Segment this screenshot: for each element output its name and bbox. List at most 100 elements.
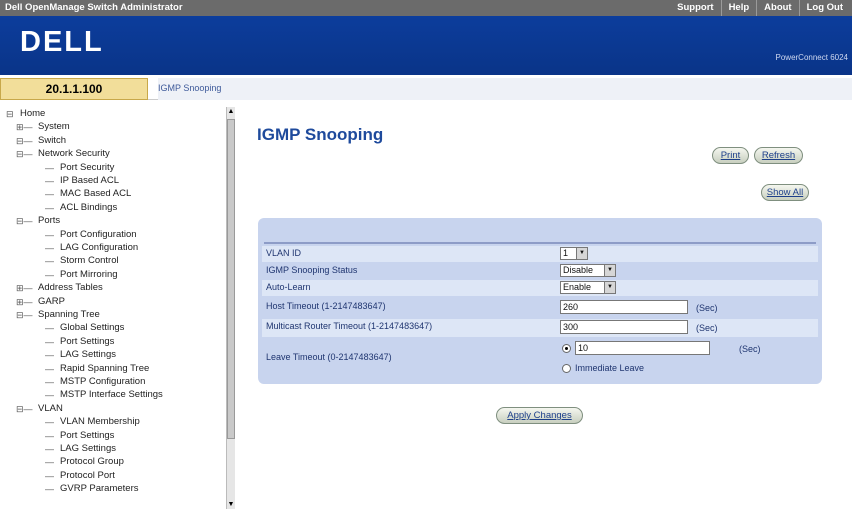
tree-item[interactable]: Protocol Port xyxy=(60,470,115,481)
tree-item[interactable]: MSTP Interface Settings xyxy=(60,390,163,400)
router-timeout-unit: (Sec) xyxy=(696,323,718,333)
tree-item[interactable]: Port Mirroring xyxy=(60,269,118,280)
tree-connector-icon: — xyxy=(45,363,54,374)
leave-timeout-radio[interactable] xyxy=(562,344,571,353)
leave-timeout-unit: (Sec) xyxy=(739,344,761,354)
tree-item[interactable]: MAC Based ACL xyxy=(60,189,131,199)
expand-toggle-icon: ⊟— xyxy=(16,149,33,160)
tree-item[interactable]: Global Settings xyxy=(60,323,124,333)
tree-connector-icon: — xyxy=(45,336,54,347)
print-button[interactable]: Print xyxy=(712,147,749,164)
tree-item[interactable]: IP Based ACL xyxy=(60,176,119,186)
auto-learn-value: Enable xyxy=(563,282,592,292)
expand-toggle-icon: ⊞— xyxy=(16,283,33,294)
help-link[interactable]: Help xyxy=(720,0,757,16)
tree-connector-icon: — xyxy=(45,269,54,280)
tree-connector-icon: — xyxy=(45,229,54,240)
tree-item[interactable]: Port Configuration xyxy=(60,229,137,240)
support-link[interactable]: Support xyxy=(670,0,720,16)
expand-toggle-icon: ⊞— xyxy=(16,122,33,133)
device-ip: 20.1.1.100 xyxy=(0,78,148,100)
title-bar: Dell OpenManage Switch Administrator Sup… xyxy=(0,0,852,16)
chevron-down-icon: ▼ xyxy=(604,282,615,293)
host-timeout-input[interactable]: 260 xyxy=(560,300,688,314)
snooping-status-select[interactable]: Disable ▼ xyxy=(560,264,616,277)
tree-item[interactable]: Protocol Group xyxy=(60,457,124,467)
tree-connector-icon: — xyxy=(45,350,54,361)
tree-item[interactable]: LAG Settings xyxy=(60,350,116,360)
tree-item[interactable]: Switch xyxy=(38,135,66,146)
host-timeout-label: Host Timeout (1-2147483647) xyxy=(266,301,386,311)
tree-connector-icon: — xyxy=(45,202,54,213)
scroll-up-icon[interactable]: ▲ xyxy=(227,107,235,116)
apply-changes-button[interactable]: Apply Changes xyxy=(496,407,583,424)
tree-connector-icon: — xyxy=(45,243,54,253)
vlan-id-label: VLAN ID xyxy=(266,248,302,258)
vlan-id-select[interactable]: 1 ▼ xyxy=(560,247,588,260)
expand-toggle-icon: ⊟— xyxy=(16,216,33,227)
tree-item[interactable]: ACL Bindings xyxy=(60,202,117,213)
show-all-button[interactable]: Show All xyxy=(761,184,809,201)
tree-item[interactable]: Spanning Tree xyxy=(38,310,100,320)
tree-item[interactable]: VLAN Membership xyxy=(60,417,140,427)
tree-connector-icon: — xyxy=(45,417,54,428)
folder-icon: ⊟ xyxy=(6,109,14,119)
router-timeout-row: Multicast Router Timeout (1-2147483647) … xyxy=(262,319,818,337)
tree-item[interactable]: Network Security xyxy=(38,149,110,159)
tree-connector-icon: — xyxy=(45,430,54,441)
expand-toggle-icon: ⊟— xyxy=(16,135,33,146)
router-timeout-label: Multicast Router Timeout (1-2147483647) xyxy=(266,321,433,331)
auto-learn-select[interactable]: Enable ▼ xyxy=(560,281,616,294)
expand-toggle-icon: ⊟— xyxy=(16,310,33,320)
tree-item[interactable]: Port Settings xyxy=(60,430,114,441)
leave-timeout-input[interactable]: 10 xyxy=(575,341,710,355)
tree-connector-icon: — xyxy=(45,484,54,495)
scroll-thumb[interactable] xyxy=(227,119,235,439)
header-links: Support Help About Log Out xyxy=(670,0,850,16)
tree-item[interactable]: LAG Settings xyxy=(60,444,116,454)
app-title: Dell OpenManage Switch Administrator xyxy=(5,2,183,13)
expand-toggle-icon: ⊞— xyxy=(16,296,33,307)
immediate-leave-radio[interactable] xyxy=(562,364,571,373)
tree-item[interactable]: VLAN xyxy=(38,403,63,414)
tree-connector-icon: — xyxy=(45,162,54,173)
tree-connector-icon: — xyxy=(45,377,54,387)
tree-connector-icon: — xyxy=(45,189,54,200)
about-link[interactable]: About xyxy=(756,0,798,16)
router-timeout-input[interactable]: 300 xyxy=(560,320,688,334)
dell-logo: DELL xyxy=(20,26,104,58)
chevron-down-icon: ▼ xyxy=(576,248,587,259)
leave-timeout-row: Leave Timeout (0-2147483647) 10 (Sec) Im… xyxy=(262,339,818,379)
igmp-settings-panel: VLAN ID 1 ▼ IGMP Snooping Status Disable… xyxy=(258,218,822,384)
tree-item[interactable]: Storm Control xyxy=(60,256,119,266)
tree-item[interactable]: Rapid Spanning Tree xyxy=(60,363,149,374)
breadcrumb: IGMP Snooping xyxy=(158,78,852,100)
tree-item[interactable]: GARP xyxy=(38,296,65,307)
refresh-button[interactable]: Refresh xyxy=(754,147,803,164)
vlan-id-value: 1 xyxy=(563,248,569,258)
immediate-leave-label: Immediate Leave xyxy=(575,363,645,373)
tree-connector-icon: — xyxy=(45,390,54,401)
log-out-link[interactable]: Log Out xyxy=(798,0,850,16)
snooping-status-value: Disable xyxy=(563,265,594,275)
page-title: IGMP Snooping xyxy=(257,125,384,144)
tree-item[interactable]: Port Security xyxy=(60,162,114,173)
navigation-tree: ⊟ Home ⊞— System ⊟— Switch ⊟— Network Security —… xyxy=(4,107,230,509)
tree-item[interactable]: Home xyxy=(20,109,45,119)
snooping-status-label: IGMP Snooping Status xyxy=(266,265,358,275)
tree-item[interactable]: Ports xyxy=(38,216,60,226)
product-name: PowerConnect 6024 xyxy=(775,53,849,62)
tree-scrollbar[interactable]: ▲ ▼ xyxy=(226,107,235,509)
tree-item[interactable]: GVRP Parameters xyxy=(60,484,139,494)
host-timeout-row: Host Timeout (1-2147483647) 260 (Sec) xyxy=(262,299,818,317)
tree-connector-icon: — xyxy=(45,470,54,481)
tree-item[interactable]: LAG Configuration xyxy=(60,243,138,253)
auto-learn-row: Auto-Learn Enable ▼ xyxy=(262,280,818,296)
tree-item[interactable]: Address Tables xyxy=(38,283,103,293)
tree-item[interactable]: System xyxy=(38,122,70,132)
tree-connector-icon: — xyxy=(45,457,54,468)
tree-item[interactable]: MSTP Configuration xyxy=(60,377,145,387)
tree-connector-icon: — xyxy=(45,176,54,186)
tree-item[interactable]: Port Settings xyxy=(60,336,114,347)
scroll-down-icon[interactable]: ▼ xyxy=(227,500,235,509)
